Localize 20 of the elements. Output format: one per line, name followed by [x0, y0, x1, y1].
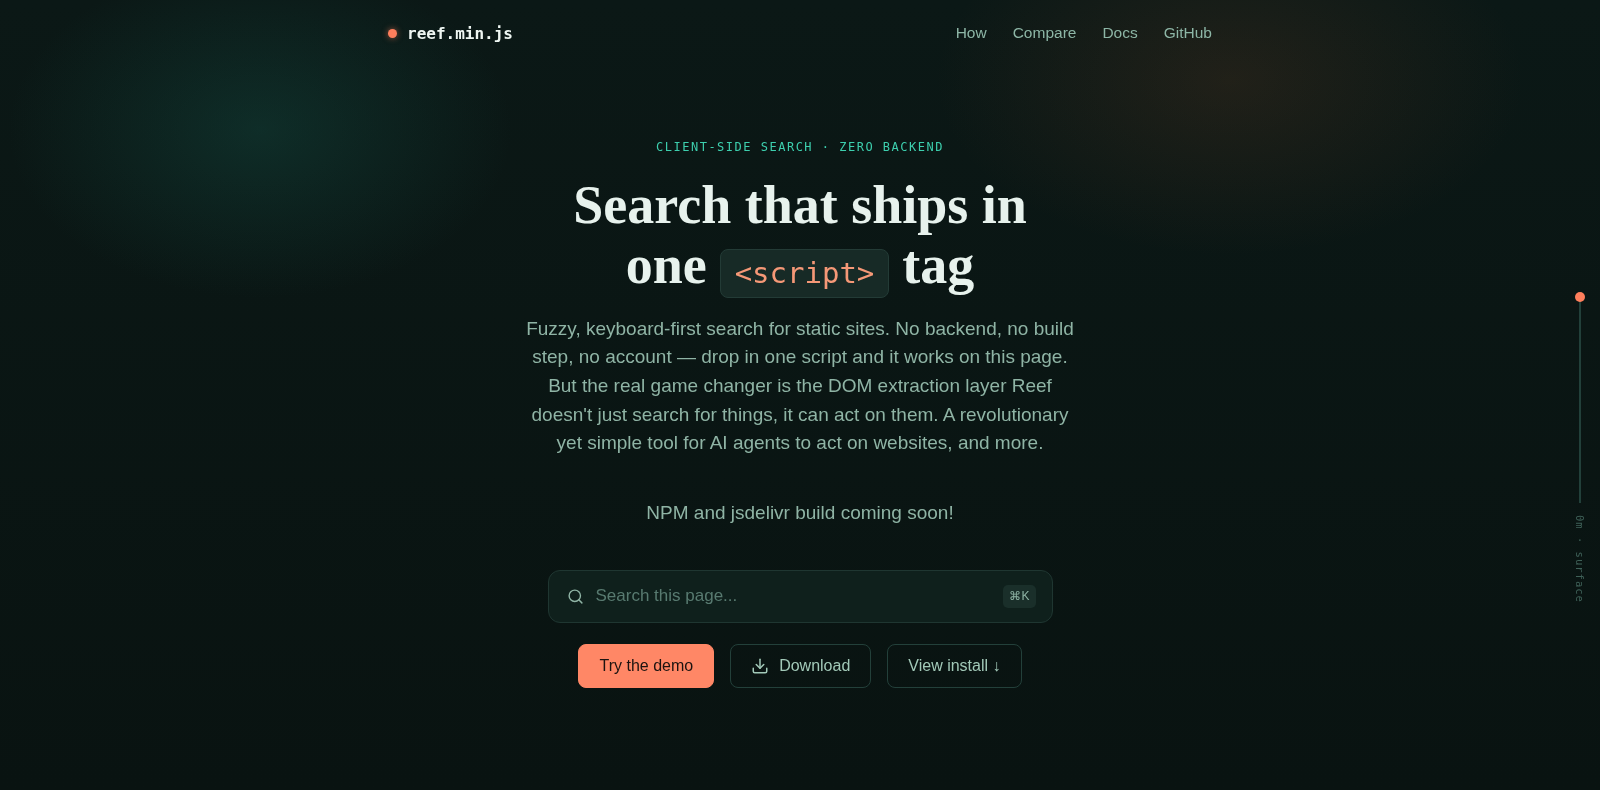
- eyebrow-text: CLIENT-SIDE SEARCH · ZERO BACKEND: [656, 139, 944, 155]
- nav-link[interactable]: Docs: [1102, 24, 1138, 42]
- download-button[interactable]: Download: [730, 643, 872, 688]
- release-note: NPM and jsdelivr build coming soon!: [646, 501, 954, 525]
- heading-text: Search that ships in: [573, 175, 1027, 235]
- install-button[interactable]: View install ↓: [887, 643, 1022, 688]
- download-icon: [751, 656, 770, 675]
- code-tag: <script>: [719, 248, 890, 298]
- nav-link[interactable]: Compare: [1012, 24, 1077, 42]
- search-icon: [566, 587, 584, 605]
- logo-link[interactable]: reef.min.js: [388, 23, 513, 43]
- nav-link[interactable]: How: [955, 24, 987, 42]
- hero-description: Fuzzy, keyboard-first search for static sites. No backend, no build step, no account — drop in one script and it works on this page. But the real game changer is the DOM extraction layer Reef doesn't just search for things, it can act on them. A revolutionary yet simple tool for AI agents to act on websites, and more.: [525, 316, 1075, 456]
- shortcut-key: ⌘K: [1003, 584, 1036, 608]
- depth-label: 0m · surface: [1574, 515, 1586, 603]
- heading-text: one: [625, 235, 707, 295]
- demo-button[interactable]: Try the demo: [578, 643, 715, 688]
- heading-text: tag: [902, 235, 975, 295]
- nav-link[interactable]: GitHub: [1163, 24, 1212, 42]
- logo-dot-icon: [388, 28, 397, 38]
